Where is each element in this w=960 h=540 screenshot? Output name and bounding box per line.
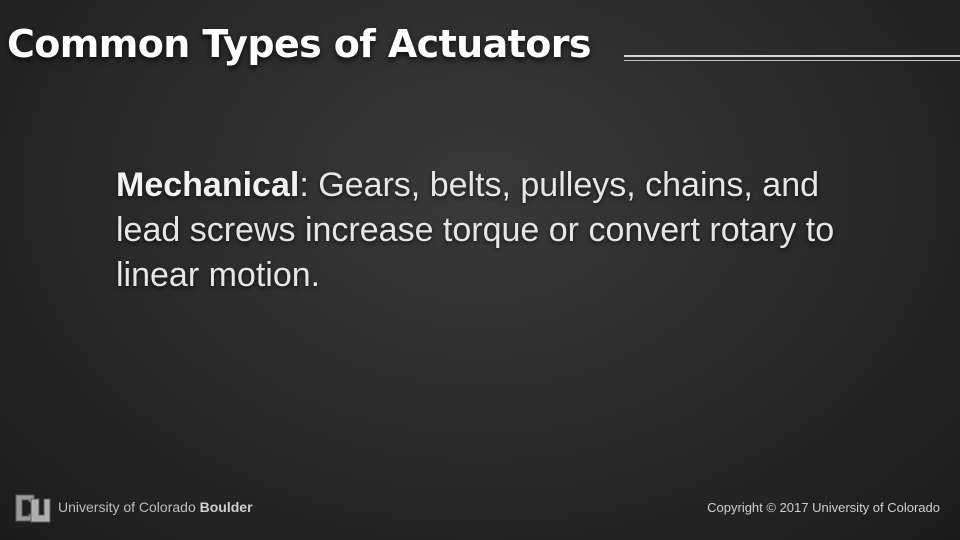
slide-body: Mechanical: Gears, belts, pulleys, chain… [116, 163, 876, 298]
footer-university-name: University of Colorado [58, 499, 200, 515]
title-divider-line-top [624, 55, 960, 57]
footer-university-campus: Boulder [199, 499, 253, 515]
cu-logo-icon [14, 491, 52, 527]
slide: Common Types of Actuators Mechanical: Ge… [0, 0, 960, 540]
footer-university: University of Colorado Boulder [58, 499, 253, 515]
footer-copyright: Copyright © 2017 University of Colorado [707, 500, 940, 515]
body-separator: : [299, 166, 309, 204]
body-term: Mechanical [116, 166, 300, 204]
slide-title: Common Types of Actuators [7, 22, 591, 66]
title-divider-line-bottom [624, 60, 960, 61]
title-divider [624, 55, 960, 62]
